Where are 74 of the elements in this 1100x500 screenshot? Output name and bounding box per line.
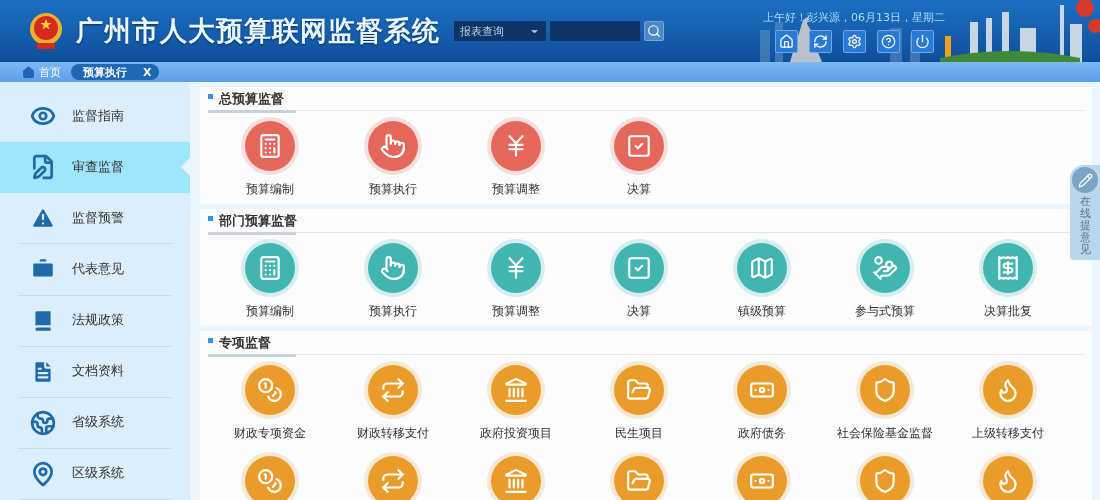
search-icon <box>647 24 661 38</box>
selection-pointer <box>181 158 190 177</box>
settings-icon <box>846 33 862 49</box>
tab-label: 预算执行 <box>83 64 127 80</box>
coins-icon <box>256 377 283 403</box>
sidebar-item[interactable]: 审查监督 <box>0 142 190 194</box>
hand-pointer-icon <box>379 255 406 281</box>
module-link[interactable]: 决算 <box>577 121 700 198</box>
sidebar-item[interactable]: 监督预警 <box>18 193 172 245</box>
home-icon <box>22 65 35 79</box>
cycle-arrows-icon <box>379 468 406 494</box>
section-marker-icon <box>208 216 213 221</box>
checkbox-icon <box>625 255 652 281</box>
pen-document-icon <box>30 154 56 181</box>
module-link[interactable]: 决算批复 <box>946 243 1069 320</box>
sidebar-item[interactable]: 文档资料 <box>18 346 172 398</box>
coins-icon <box>256 468 283 494</box>
module-link[interactable]: 镇级预算 <box>700 243 823 320</box>
building-columns-icon <box>502 468 529 494</box>
emblem-icon <box>28 11 64 51</box>
sidebar-item[interactable]: 区级系统 <box>18 448 172 500</box>
map-pin-icon <box>30 460 56 487</box>
hand-coins-icon <box>871 255 898 281</box>
section-title: 总预算监督 <box>219 91 284 108</box>
module-link[interactable]: 社会保险基金监督 <box>823 365 946 442</box>
settings-button[interactable] <box>842 29 866 53</box>
refresh-button[interactable] <box>808 29 832 53</box>
pencil-icon <box>1077 172 1093 188</box>
greeting-text: 上午好！彭兴源，06月13日，星期二 <box>763 9 945 25</box>
section-marker-icon <box>208 94 213 99</box>
search-button[interactable] <box>644 21 664 41</box>
module-link[interactable]: 上级转移支付 <box>946 365 1069 442</box>
sidebar-item[interactable]: 代表意见 <box>18 244 172 296</box>
module-link[interactable]: 政府债务 <box>700 365 823 442</box>
globe-icon <box>30 409 56 436</box>
module-link[interactable]: 参与式预算 <box>823 243 946 320</box>
power-icon <box>914 33 930 49</box>
module-link[interactable]: 预算编制 <box>208 243 331 320</box>
sidebar-item[interactable]: 省级系统 <box>18 397 172 449</box>
module-link[interactable]: 决算 <box>577 243 700 320</box>
sidebar-item[interactable]: 监督指南 <box>18 91 172 143</box>
search-field[interactable] <box>550 21 640 41</box>
folder-icon <box>625 377 652 403</box>
folder-icon <box>625 468 652 494</box>
power-button[interactable] <box>910 29 934 53</box>
home-label: 首页 <box>39 64 61 80</box>
cycle-arrows-icon <box>379 377 406 403</box>
map-icon <box>748 255 775 281</box>
checkbox-icon <box>625 133 652 159</box>
help-icon <box>880 33 896 49</box>
module-link[interactable]: 预算调整 <box>454 121 577 198</box>
module-link[interactable]: 预算执行 <box>331 243 454 320</box>
module-link[interactable]: 财政专项资金 <box>208 365 331 442</box>
close-glyph[interactable]: X <box>143 65 152 79</box>
section-title: 专项监督 <box>219 335 271 352</box>
module-link[interactable]: 财政转移支付 <box>331 365 454 442</box>
page-tab[interactable]: 预算执行 X <box>71 64 160 80</box>
module-link[interactable]: 预算执行 <box>331 121 454 198</box>
building-columns-icon <box>502 377 529 403</box>
module-link[interactable]: 民生项目 <box>577 365 700 442</box>
module-link[interactable]: 预算编制 <box>208 121 331 198</box>
help-button[interactable] <box>876 29 900 53</box>
home-icon <box>778 33 794 49</box>
system-title: 广州市人大预算联网监督系统 <box>76 14 440 48</box>
sidebar-item[interactable]: 法规政策 <box>18 295 172 347</box>
module-link[interactable]: 政府投资项目 <box>454 365 577 442</box>
section-marker-icon <box>208 338 213 343</box>
refresh-icon <box>812 33 828 49</box>
report-select[interactable]: 报表查询 <box>454 21 546 41</box>
module-link[interactable]: 预算调整 <box>454 243 577 320</box>
section-title: 部门预算监督 <box>219 213 297 230</box>
feedback-tab[interactable]: 在线提意见 <box>1070 165 1100 261</box>
hand-pointer-icon <box>379 133 406 159</box>
home-button[interactable] <box>774 29 798 53</box>
